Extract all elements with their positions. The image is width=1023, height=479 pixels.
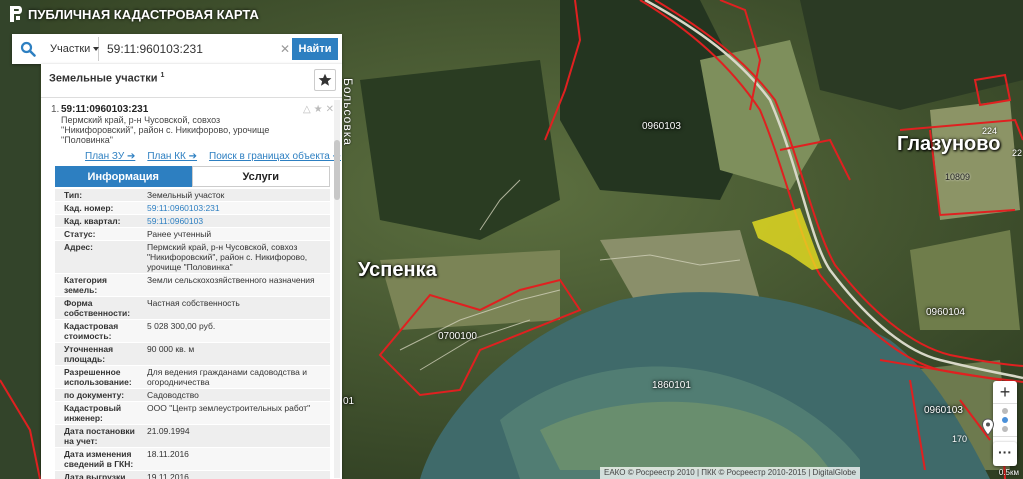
more-options-button[interactable]: ··· [993, 442, 1017, 466]
info-value: Пермский край, р-н Чусовской, совхоз "Ни… [147, 242, 308, 272]
info-key: Категория земель: [64, 275, 107, 295]
info-row: Уточненная площадь: 90 000 кв. м [55, 343, 330, 366]
quarter-label: 0960104 [926, 307, 965, 318]
info-row: Кад. номер: 59:11:0960103:231 [55, 202, 330, 215]
search-type-label: Участки [50, 43, 91, 55]
tab-services[interactable]: Услуги [191, 166, 330, 187]
plan-zu-link[interactable]: План ЗУ ➔ [85, 151, 135, 162]
info-key: Статус: [64, 229, 96, 239]
favorites-button[interactable] [314, 69, 336, 91]
clear-icon[interactable]: ✕ [278, 42, 292, 56]
info-row: Дата изменения сведений в ГКН: 18.11.2016 [55, 448, 330, 471]
info-key: Адрес: [64, 242, 93, 252]
quarter-label: 0700100 [438, 331, 477, 342]
village-label-uspenka: Успенка [358, 259, 437, 281]
result-address: Пермский край, р-н Чусовской, совхоз "Ни… [61, 115, 270, 145]
parcel-label: 22 [1012, 148, 1023, 158]
app-title: ПУБЛИЧНАЯ КАДАСТРОВАЯ КАРТА [28, 6, 259, 22]
info-key: Кадастровый инженер: [64, 403, 122, 423]
info-value: ООО "Центр землеустроительных работ" [147, 403, 311, 413]
info-value: Земельный участок [147, 190, 225, 200]
search-bar: Участки ✕ Найти [12, 34, 342, 64]
info-value: 19.11.2016 [147, 472, 189, 479]
info-row: Дата постановки на учет: 21.09.1994 [55, 425, 330, 448]
info-row: по документу: Садоводство [55, 389, 330, 402]
info-row: Категория земель: Земли сельскохозяйствен… [55, 274, 330, 297]
warning-icon[interactable]: △ [303, 104, 311, 115]
info-row: Кадастровая стоимость: 5 028 300,00 руб. [55, 320, 330, 343]
info-value: Для ведения гражданами садоводства и ого… [147, 367, 308, 387]
search-type-dropdown[interactable]: Участки [44, 37, 100, 61]
info-row: Разрешенное использование: Для ведения гр… [55, 366, 330, 389]
quarter-label: 0960103 [924, 405, 963, 416]
info-key: Уточненная площадь: [64, 344, 114, 364]
info-value: 18.11.2016 [147, 449, 189, 459]
info-row: Тип: Земельный участок [55, 189, 330, 202]
app-header: ПУБЛИЧНАЯ КАДАСТРОВАЯ КАРТА [10, 6, 259, 22]
search-input[interactable] [99, 37, 278, 61]
village-label-glazunovo: Глазуново [897, 133, 1001, 155]
parcel-label: 224 [982, 126, 998, 136]
result-links: План ЗУ ➔ План КК ➔ Поиск в границах объ… [41, 145, 342, 166]
info-row: Кад. квартал: 59:11:0960103 [55, 215, 330, 228]
quarter-label: 0960103 [642, 121, 681, 132]
tab-info[interactable]: Информация [55, 166, 192, 187]
info-value: 21.09.1994 [147, 426, 190, 436]
search-in-bounds-link[interactable]: Поиск в границах объекта ➔ [209, 151, 341, 162]
info-row: Кадастровый инженер: ООО "Центр землеустр… [55, 402, 330, 425]
info-tabs: Информация Услуги [55, 166, 330, 187]
result-actions: △ ★ ✕ [303, 104, 334, 115]
info-key: Кад. номер: [64, 203, 114, 213]
info-key: Кад. квартал: [64, 216, 121, 226]
star-icon[interactable]: ★ [314, 104, 323, 115]
info-value: Частная собственность [147, 298, 240, 308]
zoom-level-indicator[interactable] [993, 403, 1017, 437]
scrollbar-thumb[interactable] [334, 140, 340, 200]
star-icon [318, 73, 332, 86]
panel-scrollbar[interactable] [334, 100, 340, 478]
results-panel: Земельные участки 1 1. 59:11:0960103:231… [41, 64, 342, 479]
info-value: 5 028 300,00 руб. [147, 321, 216, 331]
info-key: Форма собственности: [64, 298, 131, 318]
close-icon[interactable]: ✕ [326, 104, 334, 115]
road-label: Больсовка [341, 78, 355, 146]
info-key: Тип: [64, 190, 83, 200]
info-value: Садоводство [147, 390, 199, 400]
search-button[interactable]: Найти [292, 38, 338, 60]
zoom-in-button[interactable]: + [993, 381, 1017, 403]
parcel-label: 170 [952, 434, 968, 444]
map-attribution: ЕАКО © Росреестр 2010 | ПКК © Росреестр … [600, 467, 861, 479]
parcel-label: 10809 [945, 172, 971, 182]
map-scale: 0.5км [998, 468, 1019, 477]
location-pin-icon[interactable] [981, 418, 995, 436]
result-item[interactable]: 1. 59:11:0960103:231 Пермский край, р-н … [41, 98, 342, 145]
panel-header: Земельные участки 1 [41, 64, 342, 98]
info-key: Кадастровая стоимость: [64, 321, 119, 341]
search-icon[interactable] [12, 34, 44, 64]
info-key: Дата выгрузки сведений из ГКН: [64, 472, 126, 479]
quarter-label: 01 [343, 396, 355, 407]
info-value-link[interactable]: 59:11:0960103 [145, 215, 330, 227]
info-row: Статус: Ранее учтенный [55, 228, 330, 241]
result-index: 1. [51, 104, 60, 115]
info-value: 90 000 кв. м [147, 344, 195, 354]
info-value-link[interactable]: 59:11:0960103:231 [145, 202, 330, 214]
plan-kk-link[interactable]: План КК ➔ [147, 151, 197, 162]
info-row: Форма собственности: Частная собственност… [55, 297, 330, 320]
info-value: Ранее учтенный [147, 229, 212, 239]
info-table: Тип: Земельный участок Кад. номер: 59:11:09… [55, 189, 330, 479]
info-value: Земли сельскохозяйственного назначения [147, 275, 315, 285]
quarter-label: 1860101 [652, 380, 691, 391]
panel-title: Земельные участки 1 [49, 72, 165, 85]
info-row: Дата выгрузки сведений из ГКН: 19.11.2016 [55, 471, 330, 479]
info-key: Дата постановки на учет: [64, 426, 135, 446]
info-key: по документу: [64, 390, 125, 400]
rosreestr-logo-icon [10, 6, 22, 22]
result-cad-number[interactable]: 59:11:0960103:231 [61, 104, 334, 115]
info-row: Адрес: Пермский край, р-н Чусовской, совх… [55, 241, 330, 274]
info-key: Разрешенное использование: [64, 367, 132, 387]
result-count: 1 [160, 72, 165, 79]
info-key: Дата изменения сведений в ГКН: [64, 449, 134, 469]
